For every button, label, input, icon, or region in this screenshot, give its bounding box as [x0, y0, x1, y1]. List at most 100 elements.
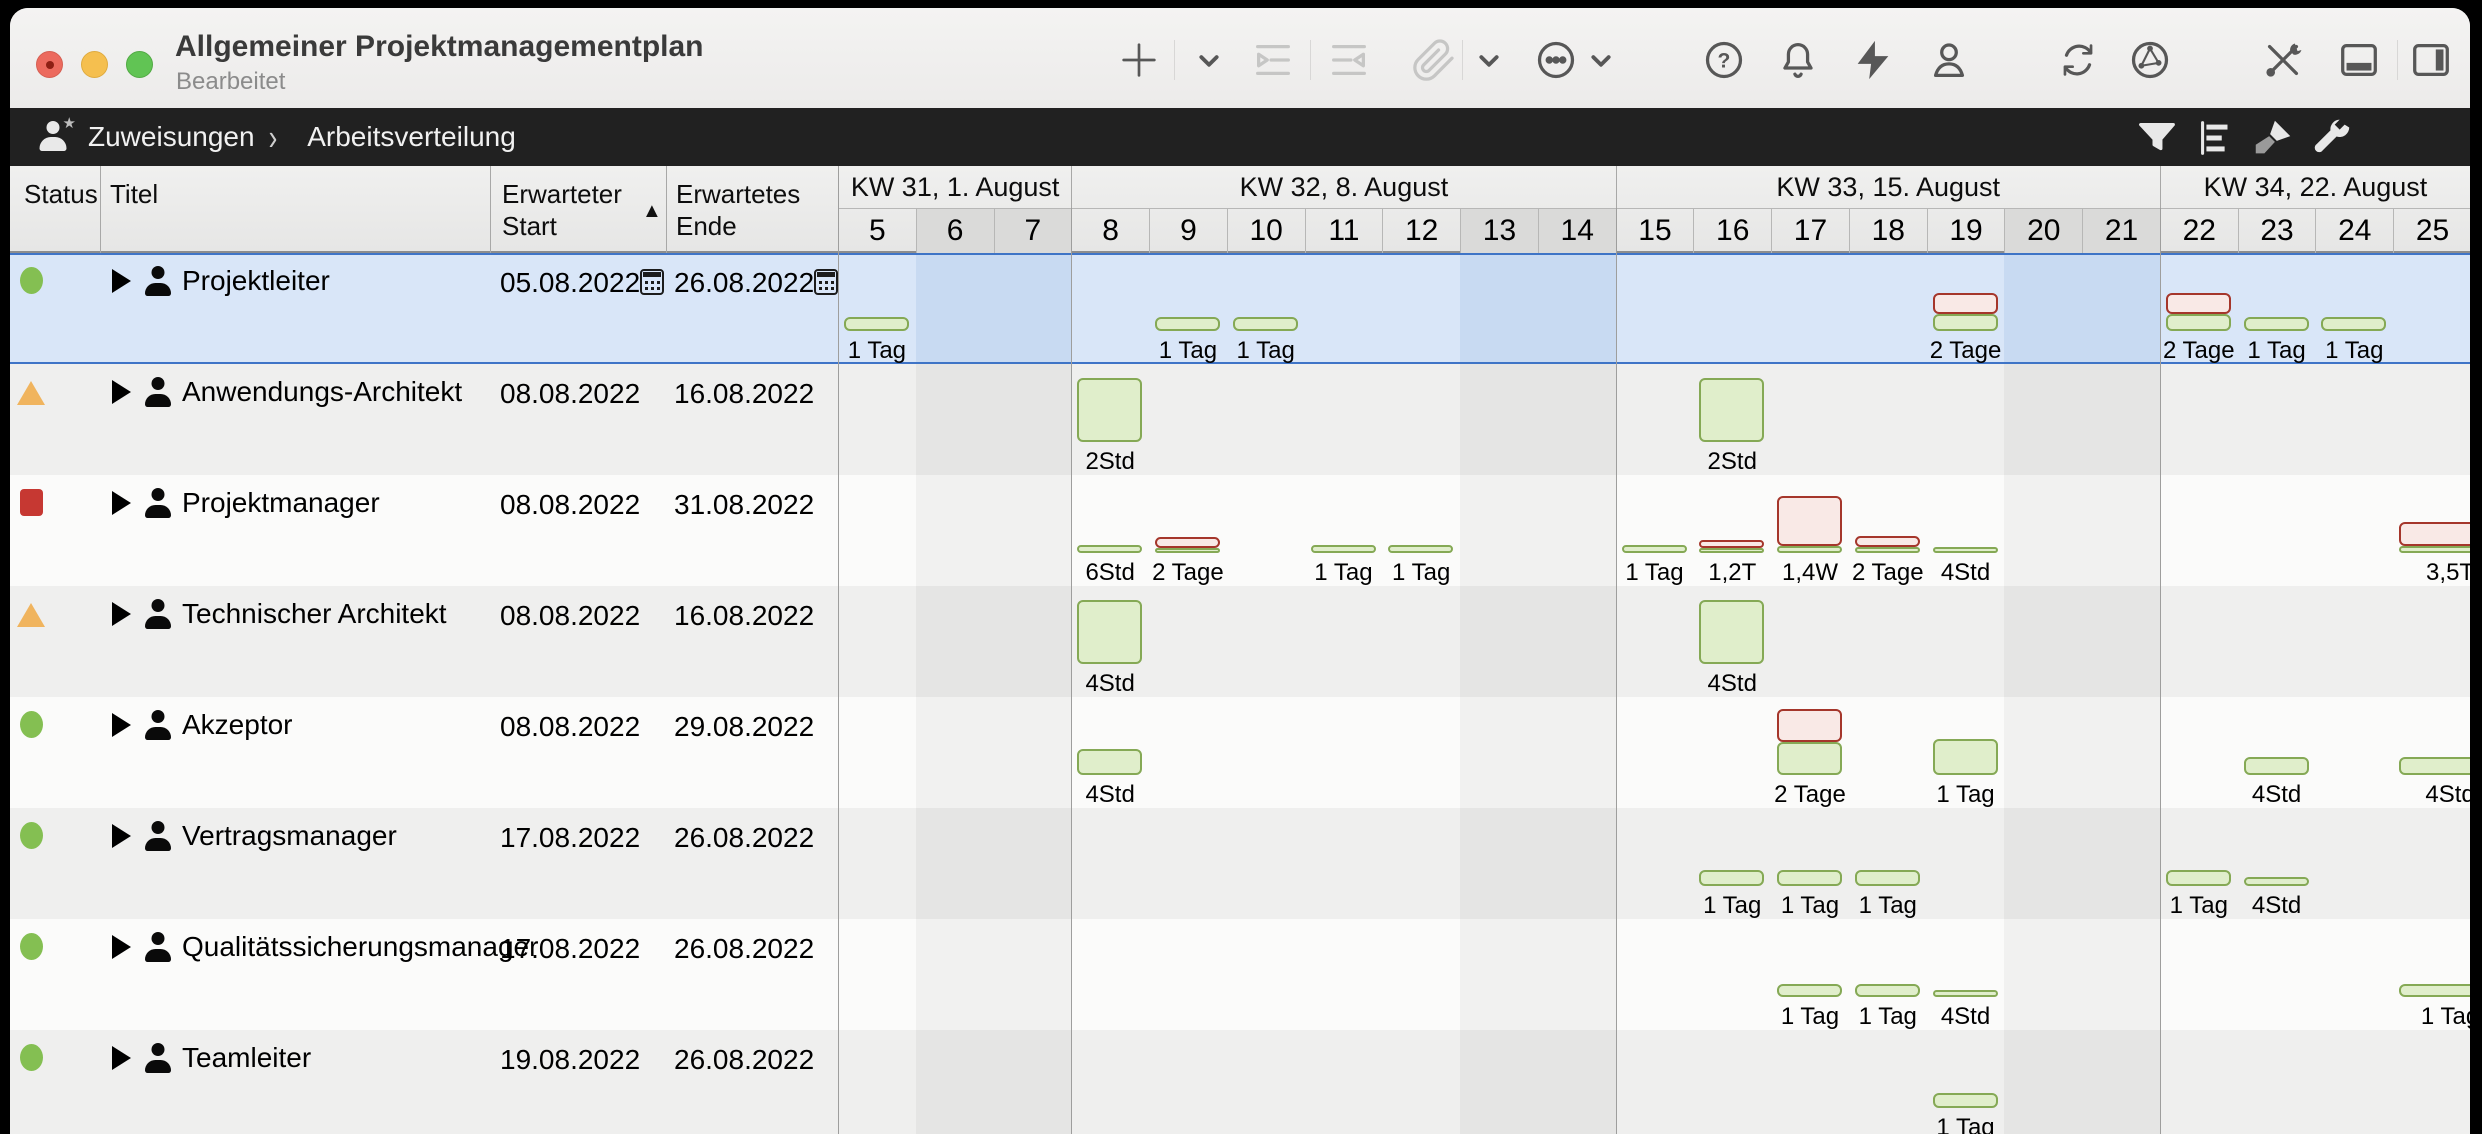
format-brush-icon[interactable] [2250, 115, 2296, 161]
sort-ascending-icon[interactable]: ▲ [642, 200, 662, 223]
resource-title[interactable]: Akzeptor [182, 707, 482, 743]
overload-bar[interactable] [2399, 522, 2470, 546]
expected-start-date[interactable]: 17.08.2022 [500, 933, 640, 965]
expected-start-date[interactable]: 05.08.2022 [500, 267, 640, 299]
calendar-picker-icon[interactable] [814, 269, 838, 295]
expected-end-date[interactable]: 16.08.2022 [674, 378, 814, 410]
workload-bar[interactable] [1233, 317, 1298, 331]
workload-bar[interactable] [1777, 870, 1842, 886]
overload-bar[interactable] [1933, 293, 1998, 314]
workload-bar[interactable] [1855, 984, 1920, 997]
workload-bar[interactable] [1155, 548, 1220, 553]
workload-bar[interactable] [2321, 317, 2386, 331]
workload-bar[interactable] [1777, 546, 1842, 553]
disclosure-triangle-icon[interactable] [112, 380, 131, 404]
workload-bar[interactable] [1855, 547, 1920, 553]
overload-bar[interactable] [1777, 709, 1842, 742]
filter-icon[interactable] [2134, 115, 2180, 161]
right-panel-toggle-icon[interactable] [2407, 36, 2455, 84]
resource-title[interactable]: Technischer Architekt [182, 596, 482, 632]
workload-bar[interactable] [1699, 378, 1764, 442]
resource-title[interactable]: Projektmanager [182, 485, 482, 521]
overload-bar[interactable] [2166, 293, 2231, 314]
breadcrumb-subview[interactable]: Arbeitsverteilung [307, 121, 516, 153]
workload-bar[interactable] [1699, 870, 1764, 886]
workload-bar[interactable] [1933, 1093, 1998, 1108]
expected-start-date[interactable]: 19.08.2022 [500, 1044, 640, 1076]
workload-bar[interactable] [1622, 545, 1687, 553]
expected-end-date[interactable]: 26.08.2022 [674, 1044, 814, 1076]
add-chevron-icon[interactable] [1185, 36, 1233, 84]
workload-bar[interactable] [1777, 984, 1842, 997]
overload-bar[interactable] [1155, 537, 1220, 548]
expected-start-date[interactable]: 08.08.2022 [500, 600, 640, 632]
quick-action-bolt-icon[interactable] [1849, 36, 1897, 84]
disclosure-triangle-icon[interactable] [112, 935, 131, 959]
workload-bar[interactable] [2399, 757, 2470, 775]
notifications-icon[interactable] [1774, 36, 1822, 84]
expected-start-date[interactable]: 08.08.2022 [500, 711, 640, 743]
bottom-panel-toggle-icon[interactable] [2335, 36, 2383, 84]
disclosure-triangle-icon[interactable] [112, 824, 131, 848]
outdent-icon[interactable] [1325, 36, 1373, 84]
breadcrumb-view[interactable]: Zuweisungen [88, 121, 255, 153]
workload-bar[interactable] [2244, 317, 2309, 331]
more-options-icon[interactable] [1532, 36, 1580, 84]
column-header-start[interactable]: Erwarteter Start [502, 178, 652, 242]
sync-icon[interactable] [2054, 36, 2102, 84]
workload-bar[interactable] [1155, 317, 1220, 331]
overload-bar[interactable] [1699, 540, 1764, 548]
expected-end-date[interactable]: 26.08.2022 [674, 933, 814, 965]
workload-bar[interactable] [1699, 548, 1764, 553]
workload-bar[interactable] [1855, 870, 1920, 886]
resource-row[interactable]: Qualitätssicherungsmanager 17.08.2022 26.0… [10, 919, 2470, 1030]
workload-bar[interactable] [1077, 600, 1142, 664]
expected-end-date[interactable]: 29.08.2022 [674, 711, 814, 743]
expected-end-date[interactable]: 31.08.2022 [674, 489, 814, 521]
user-icon[interactable] [1925, 36, 1973, 84]
workload-bar[interactable] [2399, 984, 2470, 997]
indent-icon[interactable] [1249, 36, 1297, 84]
column-header-status[interactable]: Status [24, 178, 98, 210]
column-header-ende[interactable]: Erwartetes Ende [676, 178, 826, 242]
expected-end-date[interactable]: 26.08.2022 [674, 267, 814, 299]
resource-row[interactable]: Projektmanager08.08.202231.08.20226Std2 … [10, 475, 2470, 586]
resource-row[interactable]: Technischer Architekt 08.08.2022 16.08.202… [10, 586, 2470, 697]
workload-bar[interactable] [2244, 757, 2309, 775]
more-chevron-icon[interactable] [1577, 36, 1625, 84]
workload-bar[interactable] [2244, 877, 2309, 886]
expected-start-date[interactable]: 08.08.2022 [500, 378, 640, 410]
workload-bar[interactable] [1077, 378, 1142, 442]
disclosure-triangle-icon[interactable] [112, 1046, 131, 1070]
expected-end-date[interactable]: 16.08.2022 [674, 600, 814, 632]
workload-bar[interactable] [1777, 742, 1842, 775]
overload-bar[interactable] [1777, 496, 1842, 546]
workload-bar[interactable] [2166, 314, 2231, 331]
workload-bar[interactable] [1933, 990, 1998, 997]
resource-title[interactable]: Teamleiter [182, 1040, 482, 1076]
minimize-button[interactable] [81, 51, 108, 78]
resource-title[interactable]: Qualitätssicherungsmanager [182, 929, 482, 965]
zoom-button[interactable] [126, 51, 153, 78]
expected-start-date[interactable]: 08.08.2022 [500, 489, 640, 521]
calendar-picker-icon[interactable] [640, 269, 664, 295]
column-header-titel[interactable]: Titel [110, 178, 158, 210]
workload-bar[interactable] [1311, 545, 1376, 553]
resource-title[interactable]: Vertragsmanager [182, 818, 482, 854]
attachment-icon[interactable] [1410, 36, 1458, 84]
settings-wrench-icon[interactable] [2309, 115, 2355, 161]
network-icon[interactable] [2126, 36, 2174, 84]
attachment-chevron-icon[interactable] [1465, 36, 1513, 84]
tools-icon[interactable] [2259, 36, 2307, 84]
workload-bar[interactable] [1699, 600, 1764, 664]
resource-row[interactable]: Akzeptor08.08.202229.08.20224Std2 Tage1 … [10, 697, 2470, 808]
workload-bar[interactable] [2399, 546, 2470, 553]
outline-view-icon[interactable] [2193, 115, 2239, 161]
expected-start-date[interactable]: 17.08.2022 [500, 822, 640, 854]
resource-row[interactable]: Teamleiter19.08.202226.08.20221 Tag [10, 1030, 2470, 1134]
close-button[interactable] [36, 51, 63, 78]
workload-bar[interactable] [1933, 547, 1998, 553]
expected-end-date[interactable]: 26.08.2022 [674, 822, 814, 854]
help-icon[interactable]: ? [1700, 36, 1748, 84]
resource-row[interactable]: Anwendungs-Architekt08.08.202216.08.2022… [10, 364, 2470, 475]
